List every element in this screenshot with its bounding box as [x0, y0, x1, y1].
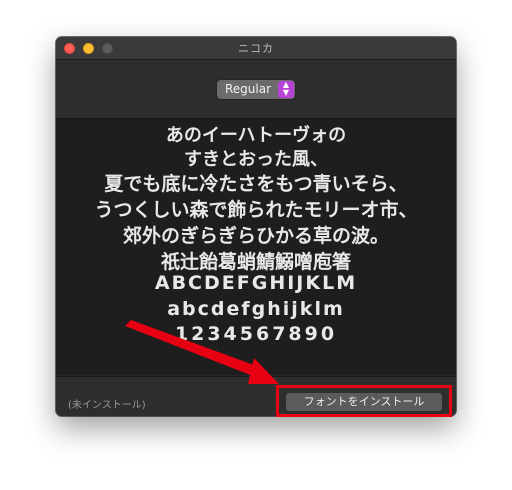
arrow-head [248, 358, 279, 384]
arrow-shaft [125, 320, 262, 378]
install-font-button[interactable]: フォントをインストール [286, 393, 442, 411]
